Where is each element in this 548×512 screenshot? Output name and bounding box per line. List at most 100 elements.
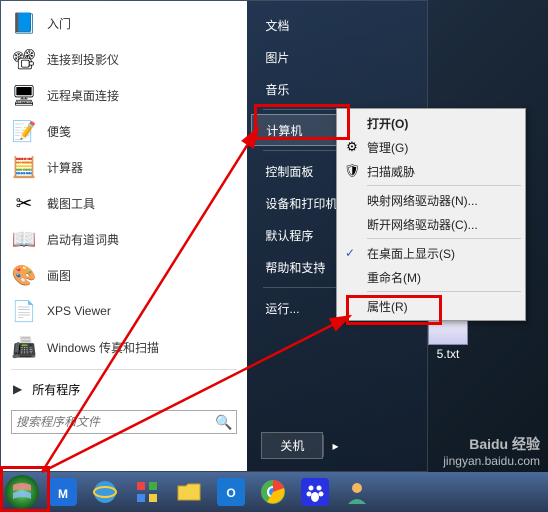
user-icon xyxy=(343,478,371,506)
prog-projector[interactable]: 📽 连接到投影仪 xyxy=(3,41,245,77)
separator xyxy=(367,291,521,292)
svg-text:O: O xyxy=(226,486,235,500)
prog-label: Windows 传真和扫描 xyxy=(47,339,159,356)
watermark-url: jingyan.baidu.com xyxy=(443,454,540,468)
taskbar-maxthon[interactable]: M xyxy=(43,474,83,510)
all-programs-label: 所有程序 xyxy=(32,381,80,398)
r-label: 音乐 xyxy=(265,81,289,98)
calculator-icon: 🧮 xyxy=(9,152,39,182)
prog-label: 截图工具 xyxy=(47,195,95,212)
taskbar-ie[interactable] xyxy=(85,474,125,510)
gear-icon: ⚙ xyxy=(343,139,361,155)
all-programs[interactable]: ▶ 所有程序 xyxy=(3,374,245,404)
remote-desktop-icon: 🖥 xyxy=(9,80,39,110)
ctx-label: 在桌面上显示(S) xyxy=(367,245,455,262)
ie-icon xyxy=(91,478,119,506)
dictionary-icon: 📖 xyxy=(9,224,39,254)
r-label: 图片 xyxy=(265,49,289,66)
ctx-manage[interactable]: ⚙ 管理(G) xyxy=(339,135,523,159)
paint-icon: 🎨 xyxy=(9,260,39,290)
ctx-show-on-desktop[interactable]: ✓ 在桌面上显示(S) xyxy=(339,241,523,265)
scissors-icon: ✂ xyxy=(9,188,39,218)
ctx-disconnect-drive[interactable]: 断开网络驱动器(C)... xyxy=(339,212,523,236)
fax-icon: 📠 xyxy=(9,332,39,362)
prog-label: 远程桌面连接 xyxy=(47,87,119,104)
separator xyxy=(11,369,237,370)
prog-snipping-tool[interactable]: ✂ 截图工具 xyxy=(3,185,245,221)
start-button[interactable] xyxy=(3,473,41,511)
ctx-label: 管理(G) xyxy=(367,139,408,156)
ctx-label: 映射网络驱动器(N)... xyxy=(367,192,478,209)
windows-orb-icon xyxy=(3,473,41,511)
search-icon: 🔍 xyxy=(215,414,232,431)
prog-label: 便笺 xyxy=(47,123,71,140)
shutdown-row: 关机 ▸ xyxy=(251,428,423,463)
watermark: Baidu 经验 jingyan.baidu.com xyxy=(443,434,540,468)
shutdown-label: 关机 xyxy=(280,437,304,454)
check-icon: ✓ xyxy=(345,246,355,260)
desktop: 5.txt 📘入门 📽连接到投影仪 🖥远程桌面连接 📝便笺 🧮计算器 ✂截图工具… xyxy=(0,0,548,512)
prog-remote-desktop[interactable]: 🖥 远程桌面连接 xyxy=(3,77,245,113)
folder-icon xyxy=(175,478,203,506)
prog-getting-started[interactable]: 📘 入门 xyxy=(3,5,245,41)
prog-calculator[interactable]: 🧮计算器 xyxy=(3,149,245,185)
ctx-rename[interactable]: 重命名(M) xyxy=(339,265,523,289)
shield-icon: 🛡 xyxy=(343,163,361,179)
right-pictures[interactable]: 图片 xyxy=(251,41,423,73)
ctx-scan[interactable]: 🛡 扫描威胁 xyxy=(339,159,523,183)
prog-sticky-notes[interactable]: 📝 便笺 xyxy=(3,113,245,149)
xps-icon: 📄 xyxy=(9,296,39,326)
ctx-properties[interactable]: 属性(R) xyxy=(339,294,523,318)
right-documents[interactable]: 文档 xyxy=(251,9,423,41)
arrow-right-icon: ▶ xyxy=(13,382,22,396)
prog-label: 入门 xyxy=(47,15,71,32)
taskbar-outlook[interactable]: O xyxy=(211,474,251,510)
ctx-label: 打开(O) xyxy=(367,115,408,132)
grid-icon xyxy=(133,478,161,506)
taskbar-user[interactable] xyxy=(337,474,377,510)
taskbar-mse[interactable] xyxy=(127,474,167,510)
r-label: 设备和打印机 xyxy=(265,195,337,212)
start-left-panel: 📘 入门 📽 连接到投影仪 🖥 远程桌面连接 📝 便笺 🧮计算器 ✂ 截图工具 📖 启动有道… xyxy=(1,1,247,471)
taskbar: M O xyxy=(0,472,548,512)
sticky-notes-icon: 📝 xyxy=(9,116,39,146)
taskbar-explorer[interactable] xyxy=(169,474,209,510)
projector-icon: 📽 xyxy=(9,44,39,74)
separator xyxy=(367,238,521,239)
ctx-label: 扫描威胁 xyxy=(367,163,415,180)
getting-started-icon: 📘 xyxy=(9,8,39,38)
ctx-map-drive[interactable]: 映射网络驱动器(N)... xyxy=(339,188,523,212)
prog-label: 画图 xyxy=(47,267,71,284)
right-music[interactable]: 音乐 xyxy=(251,73,423,105)
search-box[interactable]: 🔍 xyxy=(11,410,237,434)
prog-label: 启动有道词典 xyxy=(47,231,119,248)
context-menu: 打开(O) ⚙ 管理(G) 🛡 扫描威胁 映射网络驱动器(N)... 断开网络驱动器… xyxy=(336,108,526,321)
ctx-open[interactable]: 打开(O) xyxy=(339,111,523,135)
prog-label: XPS Viewer xyxy=(47,304,111,318)
maxthon-icon: M xyxy=(49,478,77,506)
r-label: 帮助和支持 xyxy=(265,259,325,276)
shutdown-options-button[interactable]: ▸ xyxy=(323,435,346,457)
r-label: 默认程序 xyxy=(265,227,313,244)
ctx-label: 断开网络驱动器(C)... xyxy=(367,216,478,233)
prog-label: 连接到投影仪 xyxy=(47,51,119,68)
ctx-label: 属性(R) xyxy=(367,298,408,315)
chrome-icon xyxy=(259,478,287,506)
taskbar-chrome[interactable] xyxy=(253,474,293,510)
search-input[interactable] xyxy=(16,415,215,429)
prog-fax-scan[interactable]: 📠 Windows 传真和扫描 xyxy=(3,329,245,365)
shutdown-button[interactable]: 关机 xyxy=(261,432,323,459)
ctx-label: 重命名(M) xyxy=(367,269,421,286)
prog-paint[interactable]: 🎨 画图 xyxy=(3,257,245,293)
r-label: 控制面板 xyxy=(265,163,313,180)
prog-youdao[interactable]: 📖 启动有道词典 xyxy=(3,221,245,257)
outlook-icon: O xyxy=(217,478,245,506)
r-label: 运行... xyxy=(265,300,299,317)
paw-icon xyxy=(301,478,329,506)
watermark-brand: Baidu 经验 xyxy=(443,434,540,454)
taskbar-baidu[interactable] xyxy=(295,474,335,510)
prog-xps-viewer[interactable]: 📄 XPS Viewer xyxy=(3,293,245,329)
svg-text:M: M xyxy=(58,487,68,501)
r-label: 计算机 xyxy=(266,122,302,139)
r-label: 文档 xyxy=(265,17,289,34)
